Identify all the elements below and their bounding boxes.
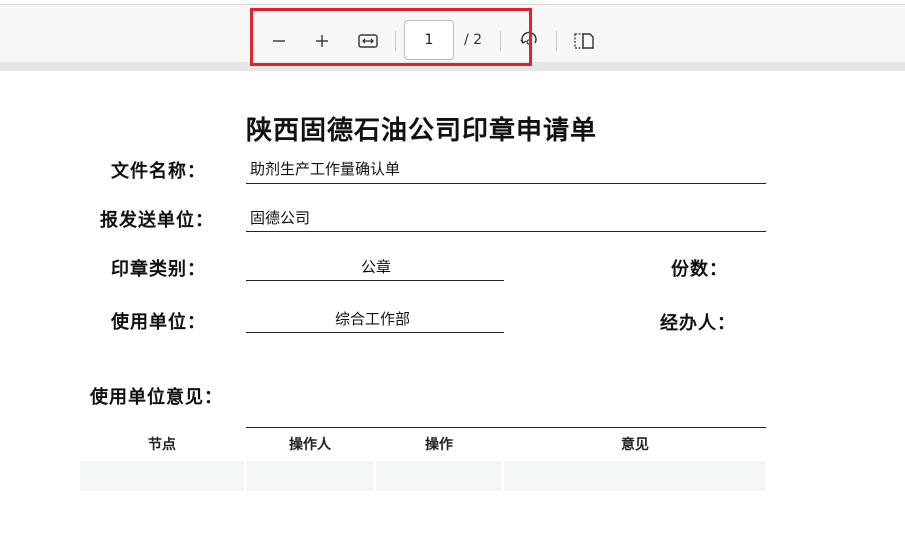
fit-width-button[interactable]: [353, 26, 383, 56]
page-total-label: / 2: [464, 32, 483, 48]
viewer-band: [0, 63, 905, 71]
pdf-toolbar: / 2: [0, 5, 905, 63]
table-cell: [504, 461, 766, 491]
submit-unit-value: 固德公司: [250, 209, 311, 227]
use-unit-underline: [246, 332, 504, 333]
file-name-underline: [246, 183, 766, 184]
document-title: 陕西固德石油公司印章申请单: [246, 116, 598, 146]
seal-type-label: 印章类别：: [111, 259, 206, 280]
toolbar-separator: [556, 31, 557, 51]
seal-type-value: 公章: [361, 258, 392, 276]
toolbar-separator: [500, 31, 501, 51]
page-number-input[interactable]: [404, 20, 454, 60]
handler-label: 经办人：: [660, 313, 736, 334]
table-cell: [80, 461, 244, 491]
use-unit-value: 综合工作部: [335, 310, 411, 328]
toolbar-separator: [395, 31, 396, 51]
opinion-label: 使用单位意见：: [90, 387, 223, 408]
copies-label: 份数：: [671, 259, 728, 280]
table-header-node: 节点: [148, 437, 176, 453]
seal-type-underline: [246, 280, 504, 281]
page-view-icon: [574, 33, 594, 49]
table-header-operator: 操作人: [289, 437, 331, 453]
plus-icon: [316, 35, 328, 47]
table-header-action: 操作: [425, 437, 453, 453]
rotate-button[interactable]: [513, 26, 543, 56]
zoom-in-button[interactable]: [307, 26, 337, 56]
table-cell: [376, 461, 502, 491]
table-cell: [246, 461, 374, 491]
fit-width-icon: [358, 34, 378, 48]
zoom-out-button[interactable]: [264, 26, 294, 56]
page-view-button[interactable]: [569, 26, 599, 56]
opinion-underline: [246, 427, 766, 428]
submit-unit-label: 报发送单位：: [100, 210, 214, 231]
file-name-label: 文件名称：: [111, 161, 206, 182]
file-name-value: 助剂生产工作量确认单: [250, 160, 401, 178]
use-unit-label: 使用单位：: [111, 312, 206, 333]
table-header-opinion: 意见: [621, 437, 649, 453]
rotate-icon: [520, 31, 537, 45]
minus-icon: [273, 40, 285, 42]
submit-unit-underline: [246, 231, 766, 232]
